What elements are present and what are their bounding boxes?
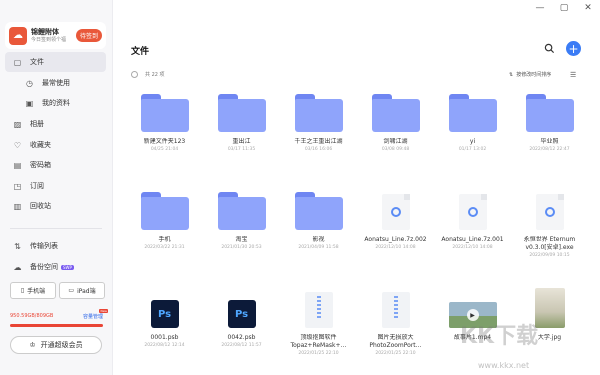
vip-button[interactable]: ♔ 开通超级会员 [10, 336, 102, 354]
file-item-zip[interactable]: 图片无损放大PhotoZoomPort… 2022/01/25 22:10 [357, 288, 434, 356]
folder-icon [371, 94, 420, 132]
sidebar-item-files[interactable]: ▢ 文件 [5, 52, 106, 72]
folder-icon [525, 94, 574, 132]
sidebar-item-safe[interactable]: ▤ 密码箱 [5, 155, 106, 175]
list-view-icon[interactable]: ☰ [570, 71, 576, 79]
item-count: 共 22 项 [145, 72, 165, 78]
watermark-logo: KK下载 [460, 324, 539, 349]
user-subtitle: 今日签到领个福 [31, 36, 67, 43]
file-item-folder[interactable]: 毕业照 2022/08/12 22:47 [511, 92, 588, 152]
file-item-zip[interactable]: 顶级抠图软件Topaz+ReMask+… 2022/01/25 22:10 [280, 288, 357, 356]
page-title: 文件 [131, 47, 150, 57]
select-all-radio[interactable] [131, 71, 138, 78]
file-item-exe[interactable]: 永恒世界 Eternum v0.3.0[安卓].exe 2022/09/09 1… [511, 190, 588, 258]
file-item-folder[interactable]: yi 01/17 13:02 [434, 92, 511, 152]
window-controls: — ▢ ✕ [528, 0, 600, 16]
divider [10, 228, 102, 229]
plus-icon: + [568, 41, 579, 56]
photoshop-file-icon: Ps [227, 300, 256, 328]
add-button[interactable]: + [566, 41, 581, 56]
storage-progress-bar [10, 324, 103, 327]
clock-icon: ◷ [26, 78, 33, 88]
ipad-client-button[interactable]: ▭ iPad端 [59, 282, 105, 299]
file-item-folder[interactable]: 新建文件夹123 04/25 21:04 [126, 92, 203, 152]
folder-icon [294, 192, 343, 230]
sidebar-item-backup[interactable]: ☁ 备份空间 SWP [5, 257, 106, 277]
trash-icon: ▥ [13, 201, 22, 211]
sidebar-item-transfers[interactable]: ⇅ 传输列表 [5, 236, 106, 256]
user-card[interactable]: ☁ 锦鲤附体 今日签到领个福 待签到 [5, 22, 106, 49]
avatar[interactable]: ☁ [9, 26, 27, 45]
zip-file-icon [381, 292, 410, 328]
storage-used: 950.59GB/809GB [10, 313, 54, 319]
zip-file-icon [304, 292, 333, 328]
file-item-folder[interactable]: 淘宝 2021/01/30 20:53 [203, 190, 280, 250]
close-icon[interactable]: ✕ [576, 0, 600, 16]
sidebar-item-trash[interactable]: ▥ 回收站 [5, 196, 106, 216]
file-item-psb[interactable]: Ps 0001.psb 2022/08/12 12:14 [126, 288, 203, 348]
phone-client-button[interactable]: ▯ 手机端 [10, 282, 56, 299]
folder-icon [294, 94, 343, 132]
folder-icon [217, 192, 266, 230]
sidebar-item-photos[interactable]: ▨ 相册 [5, 114, 106, 134]
archive-file-icon [381, 194, 410, 230]
search-icon[interactable] [544, 43, 555, 54]
safe-icon: ▤ [13, 160, 22, 170]
photo-icon: ▨ [13, 119, 22, 129]
crown-icon: ♔ [29, 341, 36, 349]
file-item-psb[interactable]: Ps 0042.psb 2022/08/12 11:57 [203, 288, 280, 348]
storage-quota: 950.59GB/809GB 容量管理 New [10, 309, 108, 320]
sidebar: ☁ 锦鲤附体 今日签到领个福 待签到 ▢ 文件 ◷ 最常使用 ▣ 我的资料 ▨ 相册 ♡… [0, 0, 113, 375]
backup-badge: SWP [61, 264, 74, 270]
file-item-folder[interactable]: 重出江 03/17 11:35 [203, 92, 280, 152]
heart-icon: ♡ [13, 140, 22, 150]
new-tag: New [99, 309, 108, 313]
select-all[interactable]: 共 22 项 [131, 71, 165, 78]
file-item-folder[interactable]: 手机 2022/03/22 21:31 [126, 190, 203, 250]
sidebar-item-subscriptions[interactable]: ◳ 订阅 [5, 176, 106, 196]
folder-icon [140, 192, 189, 230]
folder-icon [448, 94, 497, 132]
archive-file-icon [458, 194, 487, 230]
sign-in-button[interactable]: 待签到 [75, 29, 102, 42]
minimize-icon[interactable]: — [528, 0, 552, 16]
file-icon: ▢ [13, 57, 22, 67]
rss-icon: ◳ [13, 181, 22, 191]
storage-manage-link[interactable]: 容量管理 [83, 313, 103, 320]
sidebar-item-favorites[interactable]: ♡ 收藏夹 [5, 135, 106, 155]
file-item-folder[interactable]: 影视 2021/04/09 11:58 [280, 190, 357, 250]
sidebar-item-recent[interactable]: ◷ 最常使用 [5, 73, 106, 93]
folder-icon [140, 94, 189, 132]
maximize-icon[interactable]: ▢ [552, 0, 576, 16]
file-item-folder[interactable]: 千王之王重出江湖 03/16 16:06 [280, 92, 357, 152]
file-item-archive[interactable]: Aonatsu_Line.7z.002 2022/12/10 14:08 [357, 190, 434, 250]
sort-icon: ⇅ [509, 71, 514, 78]
phone-icon: ▯ [20, 287, 25, 294]
sidebar-item-my-data[interactable]: ▣ 我的资料 [5, 93, 106, 113]
file-item-folder[interactable]: 剑啸江湖 03/08 09:48 [357, 92, 434, 152]
transfer-icon: ⇅ [14, 241, 21, 251]
watermark-url: www.kkx.net [478, 361, 530, 370]
photoshop-file-icon: Ps [150, 300, 179, 328]
exe-file-icon [535, 194, 564, 230]
folder-icon [217, 94, 266, 132]
sort-dropdown[interactable]: ⇅ 按修改时间排序 [509, 71, 551, 79]
image-thumbnail [534, 288, 565, 328]
file-item-archive[interactable]: Aonatsu_Line.7z.001 2022/12/10 14:08 [434, 190, 511, 250]
user-name: 锦鲤附体 [31, 27, 59, 36]
profile-icon: ▣ [25, 98, 34, 108]
tablet-icon: ▭ [68, 287, 75, 294]
cloud-icon: ☁ [13, 262, 22, 272]
